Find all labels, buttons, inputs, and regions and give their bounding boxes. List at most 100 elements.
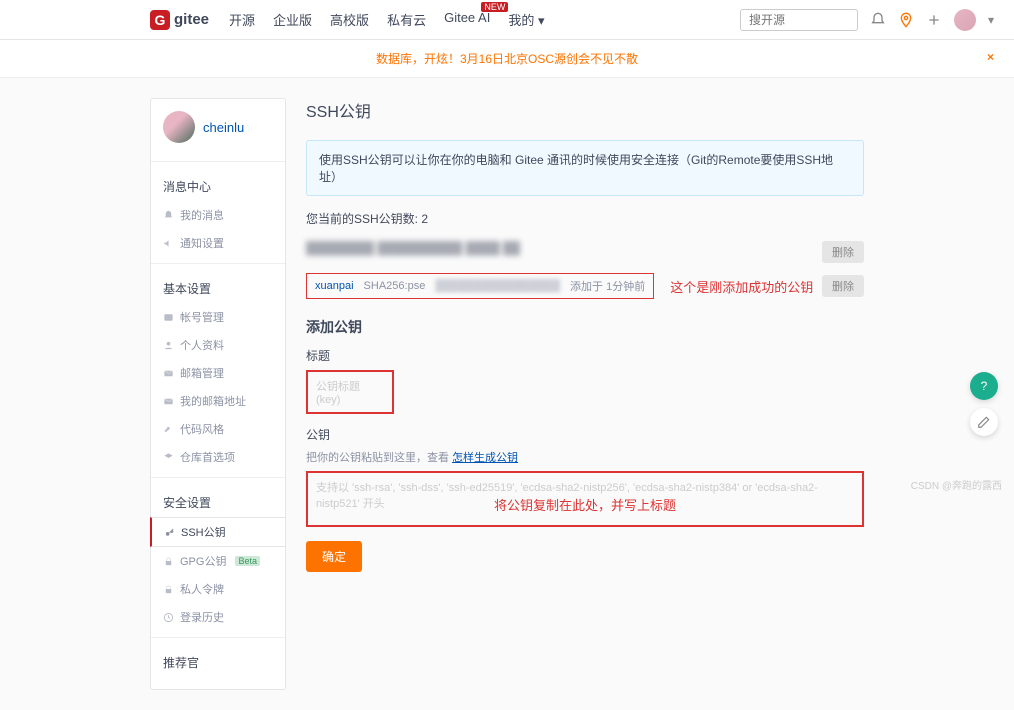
top-nav: G gitee 开源 企业版 高校版 私有云 Gitee AI NEW 我的 ▾… [0,0,1014,40]
new-badge: NEW [481,2,508,12]
search-input[interactable] [740,9,858,31]
layer-icon [163,452,174,463]
sidebar-item-label: 登录历史 [180,609,224,625]
key-name[interactable]: xuanpai [315,280,354,292]
helper-text: 把你的公钥粘贴到这里，查看 怎样生成公钥 [306,449,864,465]
key-row-1: ████████ ██████████ ████ ██ 删除 [306,237,864,267]
watermark: CSDN @奔跑的露西 [911,477,1002,492]
sidebar-item-label: 私人令牌 [180,581,224,597]
nav-mine-label: 我的 [508,13,534,28]
logo[interactable]: G gitee [150,10,209,30]
close-icon[interactable]: × [987,50,994,64]
edit-icon [977,415,991,429]
delete-button[interactable]: 删除 [822,241,864,263]
section-security: 安全设置 [151,484,285,517]
sidebar-item-label: 代码风格 [180,421,224,437]
nav-right: ▾ [740,9,994,31]
lock-icon [163,556,174,567]
nav-ai-label: Gitee AI [444,10,490,25]
helper-link[interactable]: 怎样生成公钥 [452,452,518,464]
sidebar-item-label: 邮箱管理 [180,365,224,381]
lock-icon [163,584,174,595]
add-key-title: 添加公钥 [306,317,864,337]
sidebar-item-profile[interactable]: 个人资料 [151,331,285,359]
sidebar-item-label: 我的消息 [180,207,224,223]
title-label: 标题 [306,347,864,364]
key-label: 公钥 [306,426,864,443]
nav-education[interactable]: 高校版 [330,10,369,29]
main: SSH公钥 使用SSH公钥可以让你在你的电脑和 Gitee 通讯的时候使用安全连… [306,98,864,690]
key-highlight-box: xuanpai SHA256:pse ████████████████ 添加于 … [306,273,654,299]
annotation-success: 这个是刚添加成功的公钥 [670,277,813,296]
help-button[interactable]: ? [970,372,998,400]
sidebar-item-notif-settings[interactable]: 通知设置 [151,229,285,257]
annotation-paste: 将公钥复制在此处，并写上标题 [306,495,864,514]
mail-icon [163,368,174,379]
person-icon [163,340,174,351]
wrench-icon [163,424,174,435]
avatar[interactable] [954,9,976,31]
submit-button[interactable]: 确定 [306,541,362,572]
nav-items: 开源 企业版 高校版 私有云 Gitee AI NEW 我的 ▾ [229,10,544,29]
sidebar-item-label: SSH公钥 [181,524,226,540]
id-icon [163,312,174,323]
logo-icon: G [150,10,170,30]
info-box: 使用SSH公钥可以让你在你的电脑和 Gitee 通讯的时候使用安全连接（Git的… [306,140,864,196]
banner-text[interactable]: 数据库，开炫！3月16日北京OSC源创会不见不散 [376,52,638,66]
key-fingerprint: SHA256:pse [364,280,426,292]
sidebar-item-label: 个人资料 [180,337,224,353]
sidebar-item-label: 仓库首选项 [180,449,235,465]
nav-private[interactable]: 私有云 [387,10,426,29]
username: cheinlu [203,120,244,135]
section-recommend: 推荐官 [151,644,285,677]
helper-prefix: 把你的公钥粘贴到这里，查看 [306,452,452,464]
sidebar-item-token[interactable]: 私人令牌 [151,575,285,603]
sidebar-item-ssh[interactable]: SSH公钥 [150,517,286,547]
sidebar-item-repo-pref[interactable]: 仓库首选项 [151,443,285,471]
key-row-2: xuanpai SHA256:pse ████████████████ 添加于 … [306,273,864,299]
nav-opensource[interactable]: 开源 [229,10,255,29]
title-input[interactable]: 公钥标题(key) [306,370,394,414]
sidebar-item-code-style[interactable]: 代码风格 [151,415,285,443]
promo-banner: 数据库，开炫！3月16日北京OSC源创会不见不散 × [0,40,1014,78]
logo-text: gitee [174,11,209,28]
page-body: cheinlu 消息中心 我的消息 通知设置 基本设置 帐号管理 个人资料 邮箱… [0,78,1014,710]
bell-icon [163,210,174,221]
sidebar-item-gpg[interactable]: GPG公钥 Beta [151,547,285,575]
delete-button[interactable]: 删除 [822,275,864,297]
sidebar-item-label: GPG公钥 [180,553,226,569]
sidebar-item-label: 通知设置 [180,235,224,251]
pin-icon[interactable] [898,12,914,28]
sidebar-item-login-history[interactable]: 登录历史 [151,603,285,631]
key-added-time: 添加于 1分钟前 [570,278,645,294]
sidebar-item-my-msgs[interactable]: 我的消息 [151,201,285,229]
section-basic: 基本设置 [151,270,285,303]
avatar [163,111,195,143]
placeholder-text: 公钥标题(key) [316,381,360,406]
megaphone-icon [163,238,174,249]
sidebar-item-label: 帐号管理 [180,309,224,325]
sidebar-item-email-addr[interactable]: 我的邮箱地址 [151,387,285,415]
nav-ai[interactable]: Gitee AI NEW [444,10,490,29]
sidebar-item-label: 我的邮箱地址 [180,393,246,409]
key-icon [164,527,175,538]
mail-icon [163,396,174,407]
bell-icon[interactable] [870,12,886,28]
sidebar-user[interactable]: cheinlu [151,111,285,155]
chevron-down-icon: ▾ [988,13,994,27]
nav-enterprise[interactable]: 企业版 [273,10,312,29]
key-count: 您当前的SSH公钥数: 2 [306,210,864,227]
sidebar: cheinlu 消息中心 我的消息 通知设置 基本设置 帐号管理 个人资料 邮箱… [150,98,286,690]
sidebar-item-account[interactable]: 帐号管理 [151,303,285,331]
chevron-down-icon: ▾ [538,13,545,28]
clock-icon [163,612,174,623]
blurred-key: ████████ ██████████ ████ ██ [306,237,520,259]
edit-button[interactable] [970,408,998,436]
blurred-text: ████████████████ [435,280,560,292]
beta-badge: Beta [235,556,260,566]
section-messages: 消息中心 [151,168,285,201]
plus-icon[interactable] [926,12,942,28]
sidebar-item-email-mgmt[interactable]: 邮箱管理 [151,359,285,387]
page-title: SSH公钥 [306,98,864,122]
nav-mine[interactable]: 我的 ▾ [508,10,544,29]
